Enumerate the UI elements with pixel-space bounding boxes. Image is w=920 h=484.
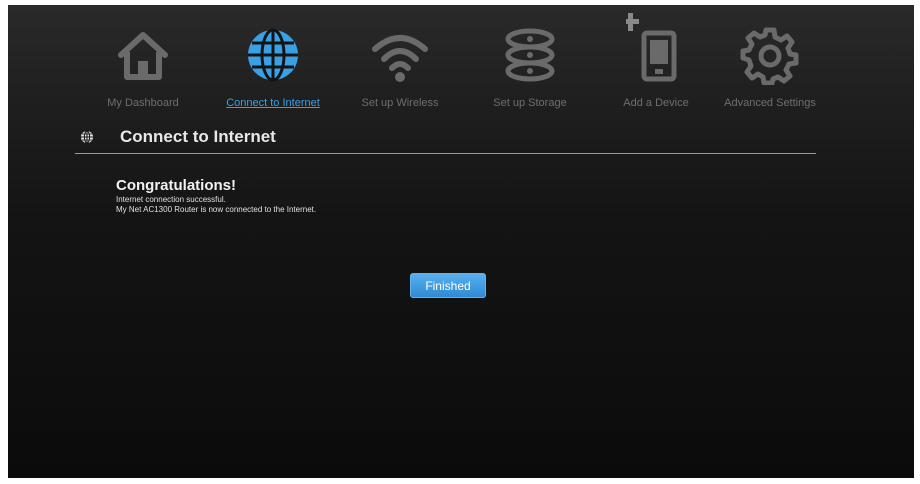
nav-label-set-up-wireless: Set up Wireless bbox=[361, 97, 439, 109]
nav-item-set-up-storage[interactable]: Set up Storage bbox=[465, 5, 595, 117]
add-device-icon bbox=[626, 13, 686, 87]
message-line-router-status: My Net AC1300 Router is now connected to… bbox=[116, 205, 317, 214]
nav-label-add-a-device: Add a Device bbox=[623, 97, 689, 109]
wifi-icon bbox=[370, 25, 430, 85]
message-heading: Congratulations! bbox=[116, 177, 236, 194]
nav-item-connect-to-internet[interactable]: Connect to Internet bbox=[208, 5, 338, 117]
nav-label-connect-to-internet: Connect to Internet bbox=[226, 97, 320, 109]
home-icon bbox=[113, 25, 173, 85]
page-header: Connect to Internet bbox=[76, 124, 816, 154]
nav-item-add-a-device[interactable]: Add a Device bbox=[591, 5, 721, 117]
router-setup-window: My Dashboard Connect to Internet Set up … bbox=[8, 5, 914, 478]
globe-icon bbox=[80, 130, 94, 144]
nav-label-set-up-storage: Set up Storage bbox=[493, 97, 567, 109]
gear-icon bbox=[740, 25, 800, 85]
header-divider bbox=[75, 153, 816, 154]
message-line-connection: Internet connection successful. bbox=[116, 195, 226, 204]
storage-icon bbox=[500, 25, 560, 85]
success-message: Congratulations! Internet connection suc… bbox=[116, 177, 716, 215]
globe-icon bbox=[243, 25, 303, 85]
nav-label-my-dashboard: My Dashboard bbox=[107, 97, 179, 109]
finished-button[interactable]: Finished bbox=[410, 273, 486, 298]
nav-label-advanced-settings: Advanced Settings bbox=[724, 97, 816, 109]
top-nav: My Dashboard Connect to Internet Set up … bbox=[8, 5, 914, 120]
nav-item-set-up-wireless[interactable]: Set up Wireless bbox=[335, 5, 465, 117]
nav-item-my-dashboard[interactable]: My Dashboard bbox=[78, 5, 208, 117]
page-title: Connect to Internet bbox=[120, 127, 276, 146]
nav-item-advanced-settings[interactable]: Advanced Settings bbox=[705, 5, 835, 117]
